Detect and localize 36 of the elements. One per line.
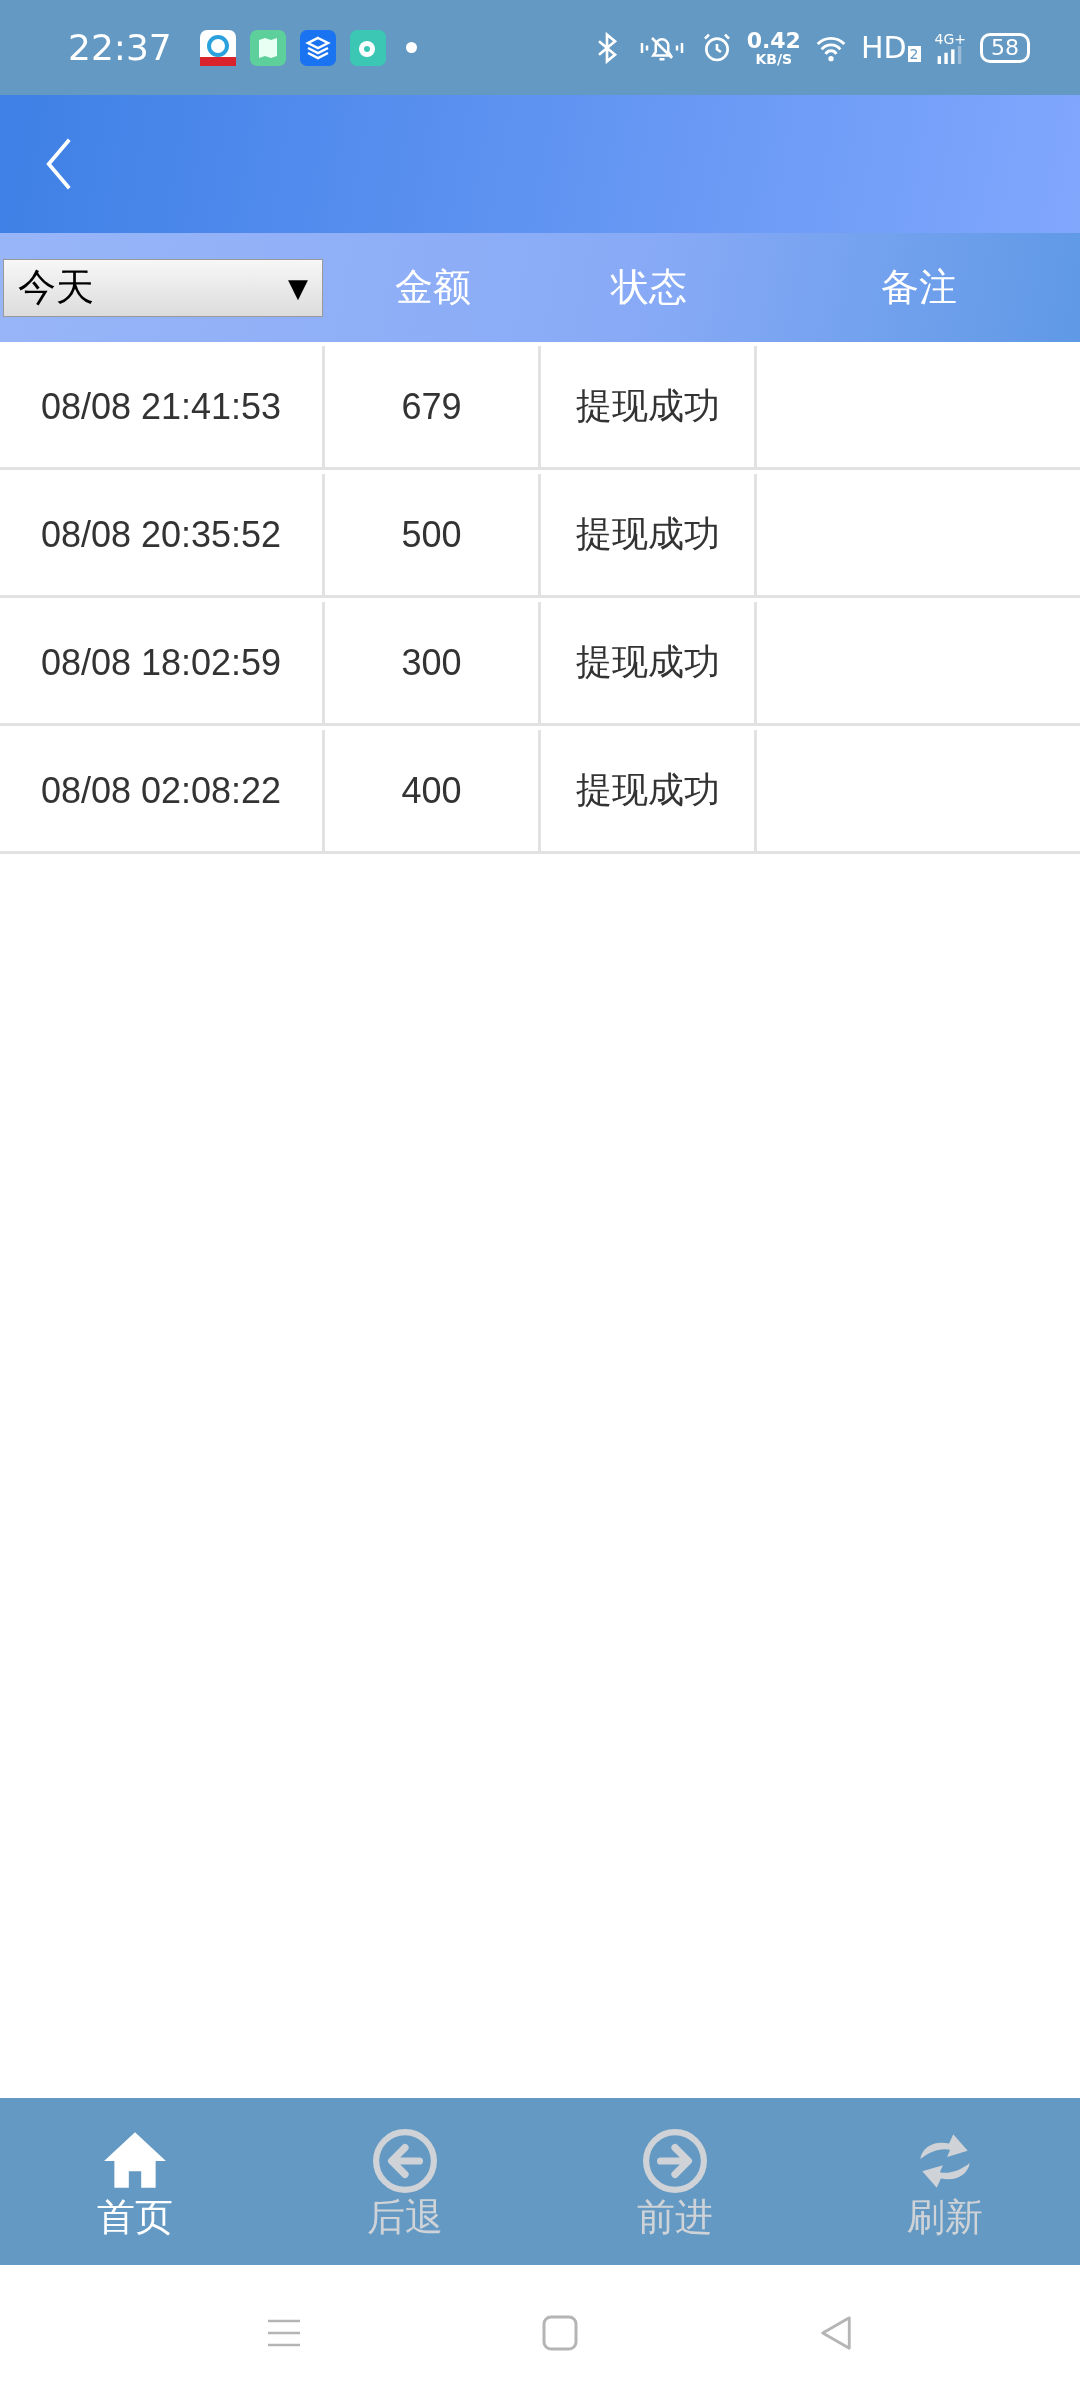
app-notification-icon	[199, 29, 236, 66]
network-type: 4G+	[934, 31, 966, 46]
nav-tab[interactable]: 后退	[270, 2098, 540, 2265]
column-header: 备注	[879, 264, 958, 311]
column-header: 状态	[609, 264, 688, 311]
table-cell: 08/08 20:35:52	[0, 474, 325, 595]
table-cell: 提现成功	[541, 474, 757, 595]
home-square-icon[interactable]	[542, 2314, 578, 2351]
table-cell: 提现成功	[541, 346, 757, 467]
nav-tab[interactable]: 首页	[0, 2098, 270, 2265]
nav-tab[interactable]: 前进	[540, 2098, 810, 2265]
right-arrow-circle-icon	[642, 2127, 708, 2194]
table-cell: 提现成功	[541, 602, 757, 723]
hd-label: HD	[860, 30, 907, 65]
notification-dot-icon	[405, 42, 417, 53]
table-cell: 08/08 18:02:59	[0, 602, 325, 723]
table-cell: 500	[325, 474, 541, 595]
table-cell: 提现成功	[541, 730, 757, 851]
net-speed: 0.42	[746, 29, 801, 52]
map-app-icon	[249, 29, 286, 66]
nav-tab[interactable]: 刷新	[810, 2098, 1080, 2265]
table-cell: 679	[325, 346, 541, 467]
status-time: 22:37	[68, 27, 172, 68]
date-range-dropdown[interactable]: 今天 ▼	[3, 258, 323, 317]
left-arrow-circle-icon	[372, 2127, 438, 2194]
hd-sub-label: 2	[907, 46, 921, 62]
table-cell: 08/08 02:08:22	[0, 730, 325, 851]
table-cell: 400	[325, 730, 541, 851]
music-app-icon	[349, 29, 386, 66]
table-cell: 08/08 21:41:53	[0, 346, 325, 467]
back-triangle-icon[interactable]	[818, 2314, 854, 2351]
net-speed-unit: KB/S	[755, 51, 793, 66]
battery-indicator: 58	[980, 32, 1030, 63]
column-header: 金额	[394, 264, 472, 311]
table-cell: 300	[325, 602, 541, 723]
layers-app-icon	[299, 29, 336, 66]
